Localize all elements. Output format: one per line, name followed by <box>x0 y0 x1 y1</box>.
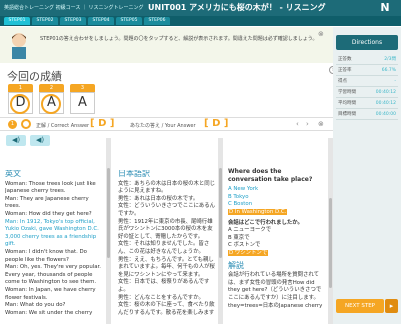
answer-number: 3 <box>70 84 95 92</box>
prev-arrow-icon[interactable]: ‹ <box>296 120 299 128</box>
transcript-line: Woman: I didn't know that. Do people lik… <box>5 248 87 263</box>
your-answer-value: [ D ] <box>204 118 229 129</box>
stat-row: 学習時間 00:40:12 <box>336 87 398 98</box>
answer-card-3[interactable]: 3 A <box>70 84 95 116</box>
scrollbar[interactable] <box>106 138 111 324</box>
answer-card-2[interactable]: 2 A <box>39 84 64 116</box>
tab-step05[interactable]: STEP05 <box>116 17 142 25</box>
answer-detail-row: 1 正解 / Correct Answer [ D ] あなたの答え / You… <box>0 117 333 131</box>
play-audio-button[interactable]: ◀) <box>6 135 26 146</box>
results-title: 今回の成績 <box>7 70 62 83</box>
translation-line: 男性：1912年に東京の市長、尾崎行雄氏がワシントンに3000本の桜の木を友好の… <box>118 218 213 240</box>
answer-number: 1 <box>8 84 33 92</box>
japanese-translation: 日本語訳 女性：あちらの木は日本の桜の木と同じように見えますね。 男性：あれは日… <box>118 170 216 324</box>
option-c: C Boston <box>228 201 253 208</box>
translation-line: 女性：それは知りませんでした。皆さん、この花は好きなんでしょうか。 <box>118 241 210 255</box>
directions-button[interactable]: Directions <box>336 35 398 50</box>
answer-card-1[interactable]: 1 D <box>8 84 33 116</box>
correct-answer-value: [ D ] <box>90 118 115 129</box>
translation-line: 男性：どんなことをするんですか。 <box>118 294 204 301</box>
stat-row: 目標時間 00:40:00 <box>336 109 398 120</box>
answer-letter: A <box>70 92 95 114</box>
close-icon[interactable]: ⊗ <box>318 120 324 128</box>
translation-line: 女性：桜の木の下に座って、食べたり飲んだりするんです。散る花を楽しみます <box>118 302 215 316</box>
sidebar: Directions 正答数 2/3問 正答率 66.7% 得点 - 学習時間 00:4… <box>333 27 401 324</box>
tab-step02[interactable]: STEP02 <box>32 17 58 25</box>
question-panel: Where does the conversation take place? … <box>228 168 326 324</box>
student-illustration-icon <box>12 33 26 59</box>
translation-line: 女性：あちらの木は日本の桜の木と同じように見えますね。 <box>118 180 216 195</box>
step-tabs: STEP01 STEP02 STEP03 STEP04 STEP05 STEP0… <box>0 16 401 26</box>
question-text: Where does the conversation take place? <box>228 168 313 183</box>
transcript-line: Woman: In Japan, we have cherry flower f… <box>5 286 96 301</box>
transcript-line: Man: In 1912, Tokyo's top official, Yuki… <box>5 218 99 248</box>
option-d: D In Washington D.C. <box>228 208 288 215</box>
transcript-line: Woman: We sit under the cherry <box>5 309 93 316</box>
tab-step04[interactable]: STEP04 <box>88 17 114 25</box>
correct-answer-label: 正解 / Correct Answer <box>36 123 90 129</box>
japanese-title: 日本語訳 <box>118 170 150 178</box>
explanation-text: 会話が行われている場所を質問されては、まず女性の冒頭の発言How did the… <box>228 272 323 309</box>
correct-circle-icon <box>21 119 31 129</box>
page-title: UNIT001 アメリカにも桜の木が！ - リスニング <box>148 3 326 12</box>
option-jp-d: D ワシントンで <box>228 249 269 256</box>
tab-step06[interactable]: STEP06 <box>144 17 170 25</box>
option-a: A New York <box>228 186 259 193</box>
stat-row: 正答数 2/3問 <box>336 54 398 65</box>
your-answer-label: あなたの答え / Your Answer <box>130 123 196 129</box>
audio-controls: ◀) ◀) <box>0 132 333 148</box>
answer-number: 2 <box>39 84 64 92</box>
english-transcript: 英文 Woman: Those trees look just like Jap… <box>5 170 104 324</box>
transcript-line: Woman: Those trees look just like Japane… <box>5 180 96 195</box>
tab-step03[interactable]: STEP03 <box>60 17 86 25</box>
instruction-text: STEP01の答え合わせをしましょう。問題の〇をタップすると、解説が表示されます… <box>40 36 318 42</box>
tab-step01[interactable]: STEP01 <box>4 17 30 25</box>
logo-icon: N <box>380 1 390 14</box>
stats-table: 正答数 2/3問 正答率 66.7% 得点 - 学習時間 00:40:12 平均時間 00… <box>336 54 398 120</box>
correct-circle-icon <box>10 94 30 114</box>
app-header: 英語総合トレーニング 初級コース ｜ リスニングトレーニング UNIT001 ア… <box>0 0 401 16</box>
option-b: B Tokyo <box>228 193 249 200</box>
stat-row: 平均時間 00:40:12 <box>336 98 398 109</box>
explanation-title: 解説 <box>228 260 244 270</box>
next-arrow-icon[interactable]: ▸ <box>385 299 398 313</box>
translation-line: 女性：日本では、桜祭りがあるんですよ。 <box>118 279 210 293</box>
stat-row: 得点 - <box>336 76 398 87</box>
next-arrow-icon[interactable]: › <box>306 120 309 128</box>
transcript-line: Woman: How did they get here? <box>5 210 92 217</box>
close-icon[interactable]: ⊗ <box>318 30 324 38</box>
option-jp-a: A ニューヨークで <box>228 227 272 234</box>
transcript-line: Man: They are Japanese cherry trees. <box>5 195 89 210</box>
transcript-line: Man: Oh, yes. They're very popular. Ever… <box>5 264 101 286</box>
english-title: 英文 <box>5 170 21 178</box>
translation-line: 男性：ええ、もちろんです。とても親しまれていますよ。毎年、何千もの人が桜を見にワ… <box>118 256 215 278</box>
translation-line: 女性：どういういきさつでここにあるんですか。 <box>118 203 216 217</box>
slow-audio-button[interactable]: ◀) <box>30 135 50 146</box>
transcript-line: Man: What do you do? <box>5 302 66 309</box>
option-jp-c: C ボストンで <box>228 242 261 249</box>
scrollbar[interactable] <box>218 138 223 324</box>
question-number-badge: 1 <box>8 120 17 129</box>
correct-circle-icon <box>41 94 61 114</box>
instruction-panel: STEP01の答え合わせをしましょう。問題の〇をタップすると、解説が表示されます… <box>0 27 333 63</box>
breadcrumb: 英語総合トレーニング 初級コース ｜ リスニングトレーニング <box>4 5 144 11</box>
next-step-button[interactable]: NEXT STEP <box>336 299 384 313</box>
stat-row: 正答率 66.7% <box>336 65 398 76</box>
